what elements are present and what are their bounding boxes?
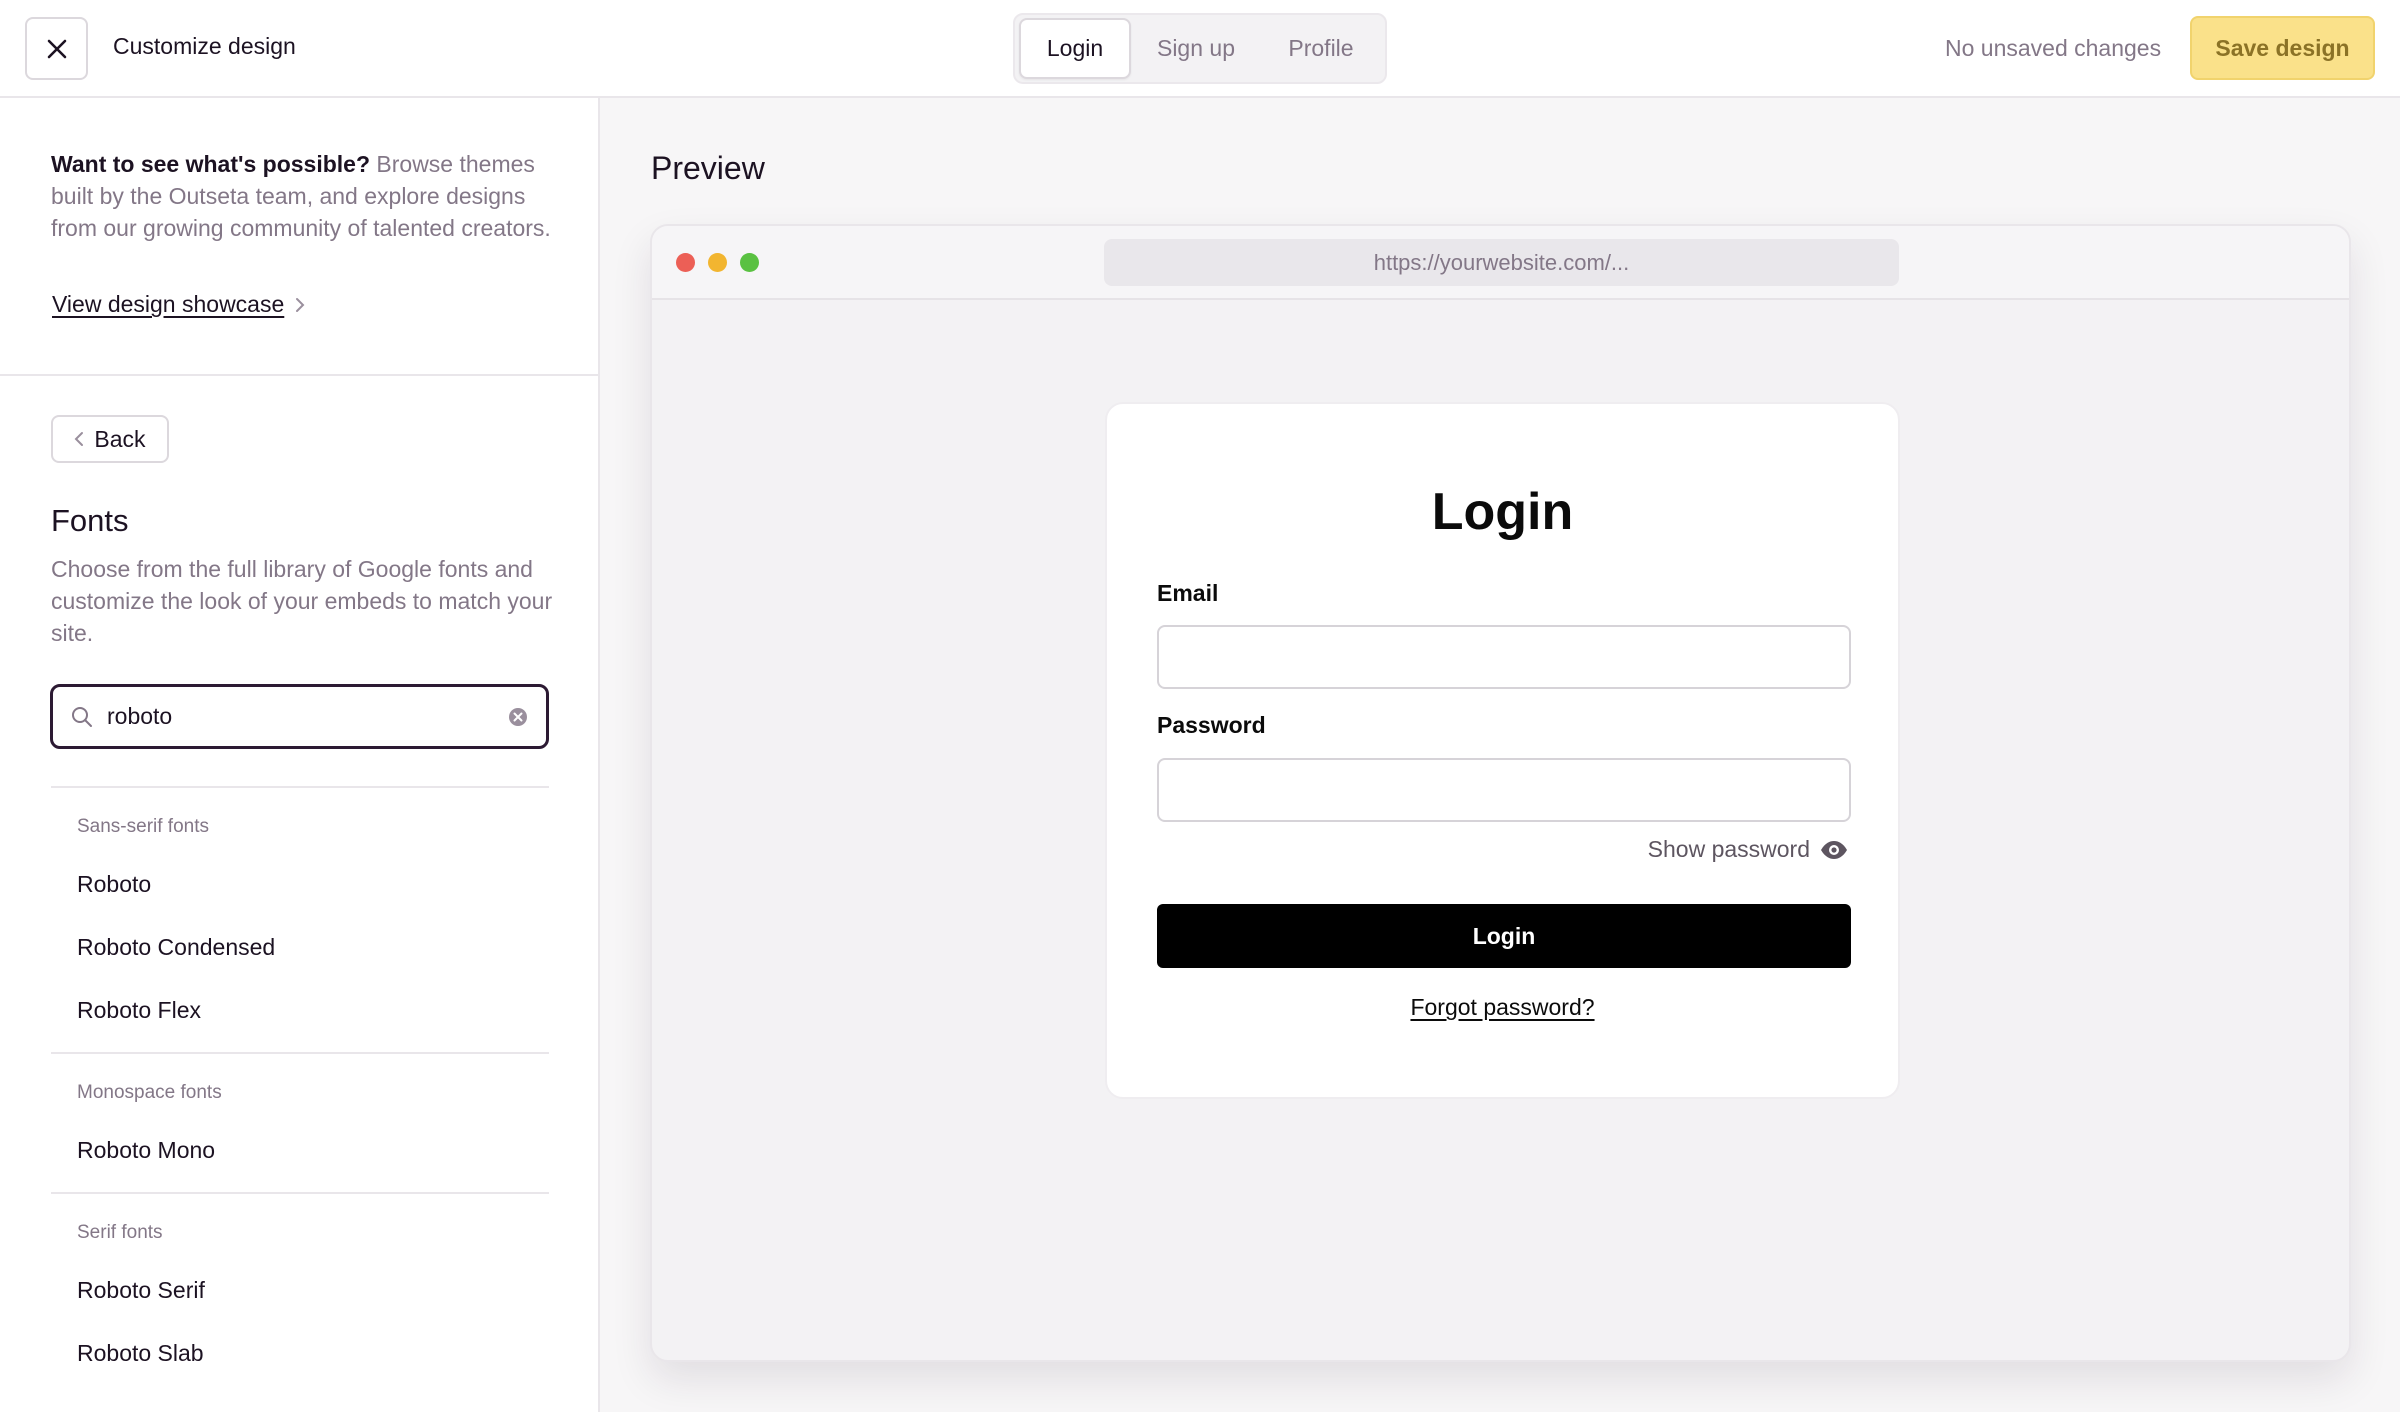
page-title: Customize design <box>113 33 296 59</box>
close-icon <box>47 39 66 58</box>
font-item-roboto-serif[interactable]: Roboto Serif <box>77 1277 205 1304</box>
font-item-roboto-flex[interactable]: Roboto Flex <box>77 997 201 1024</box>
font-item-roboto-mono[interactable]: Roboto Mono <box>77 1137 215 1164</box>
back-button[interactable]: Back <box>51 415 169 463</box>
view-tabs: Login Sign up Profile <box>1013 13 1387 84</box>
password-field[interactable] <box>1157 758 1851 822</box>
group-divider <box>51 1052 549 1054</box>
window-close-dot <box>676 253 695 272</box>
font-item-roboto-slab[interactable]: Roboto Slab <box>77 1340 204 1367</box>
tab-profile[interactable]: Profile <box>1261 18 1381 79</box>
search-icon <box>72 706 92 727</box>
show-password-toggle[interactable]: Show password <box>1648 836 1848 863</box>
tab-login[interactable]: Login <box>1019 18 1131 79</box>
fonts-description: Choose from the full library of Google f… <box>51 556 553 646</box>
font-search <box>50 684 549 749</box>
login-card: Login Email Password Show password Login… <box>1105 402 1900 1099</box>
sidebar: Want to see what's possible? Browse them… <box>0 98 600 1412</box>
email-label: Email <box>1157 580 1219 606</box>
back-label: Back <box>94 425 146 452</box>
close-button[interactable] <box>25 17 88 80</box>
font-group-label: Serif fonts <box>77 1222 163 1243</box>
login-title: Login <box>1431 483 1574 541</box>
browser-toolbar: https://yourwebsite.com/... <box>652 226 2349 300</box>
tab-sign-up[interactable]: Sign up <box>1131 18 1261 79</box>
font-item-roboto[interactable]: Roboto <box>77 871 151 898</box>
showcase-link-label: View design showcase <box>52 291 285 317</box>
showcase-promo: Want to see what's possible? Browse them… <box>51 148 551 244</box>
font-item-roboto-condensed[interactable]: Roboto Condensed <box>77 934 275 961</box>
promo-heading: Want to see what's possible? <box>51 151 371 177</box>
url-bar: https://yourwebsite.com/... <box>1104 239 1899 286</box>
fonts-heading: Fonts <box>51 503 129 538</box>
view-design-showcase-link[interactable]: View design showcase <box>52 291 306 318</box>
font-group-label: Monospace fonts <box>77 1082 222 1103</box>
chevron-left-icon <box>75 432 84 446</box>
top-bar: Customize design Login Sign up Profile N… <box>0 0 2400 98</box>
chevron-right-icon <box>296 297 305 312</box>
divider <box>0 374 598 376</box>
window-minimize-dot <box>708 253 727 272</box>
clear-icon <box>509 707 527 726</box>
window-maximize-dot <box>740 253 759 272</box>
email-field[interactable] <box>1157 625 1851 689</box>
group-divider <box>51 1192 549 1194</box>
login-button[interactable]: Login <box>1157 904 1851 968</box>
font-group-label: Sans-serif fonts <box>77 816 209 837</box>
password-label: Password <box>1157 712 1266 738</box>
browser-preview-window: https://yourwebsite.com/... Login Email … <box>650 224 2351 1362</box>
preview-heading: Preview <box>651 150 765 186</box>
show-password-label: Show password <box>1647 836 1810 862</box>
forgot-password-link[interactable]: Forgot password? <box>1410 994 1594 1020</box>
font-search-input[interactable] <box>107 703 508 730</box>
clear-search-button[interactable] <box>508 707 528 727</box>
eye-icon <box>1821 840 1847 859</box>
group-divider <box>51 786 549 788</box>
save-design-button[interactable]: Save design <box>2190 16 2375 80</box>
save-status: No unsaved changes <box>1945 35 2162 61</box>
